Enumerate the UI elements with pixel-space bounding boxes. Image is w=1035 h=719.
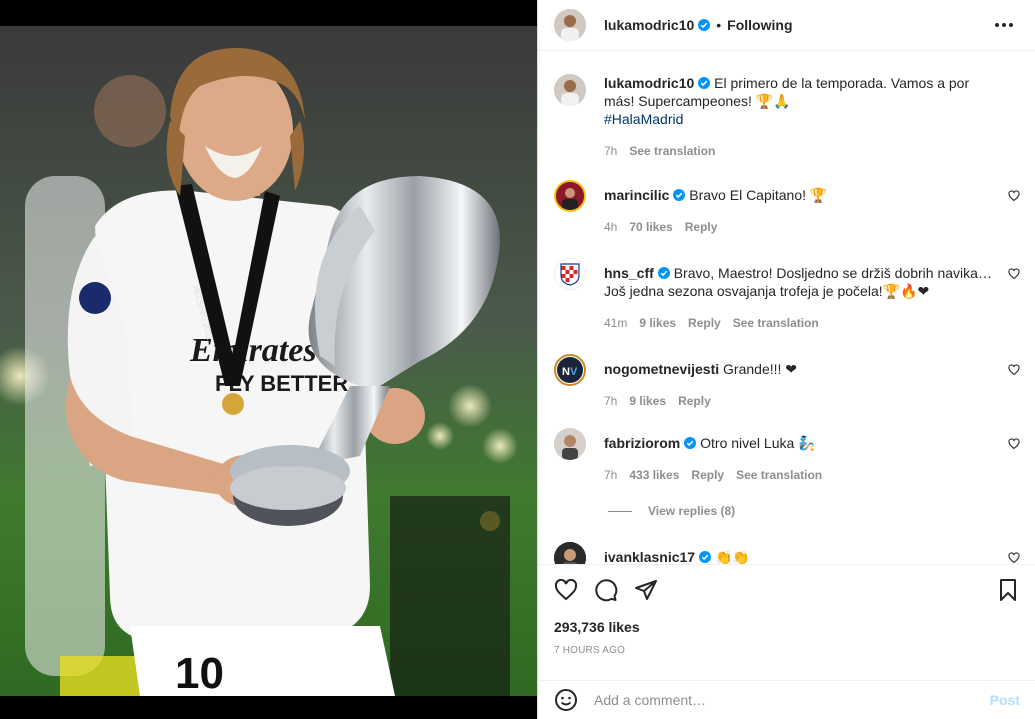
heart-icon[interactable]	[554, 578, 578, 602]
see-translation-button[interactable]: See translation	[629, 142, 715, 160]
post-comment-button[interactable]: Post	[990, 692, 1020, 708]
likes-count[interactable]: 293,736 likes	[554, 619, 1020, 635]
comment-likes[interactable]: 70 likes	[629, 218, 672, 236]
verified-icon	[673, 189, 686, 201]
comments-list[interactable]: lukamodric10 El primero de la temporada.…	[538, 52, 1035, 564]
comment-avatar[interactable]: NV	[554, 354, 586, 386]
comment-username[interactable]: hns_cff	[604, 265, 654, 281]
comment-username[interactable]: fabriziorom	[604, 435, 680, 451]
reply-button[interactable]: Reply	[685, 218, 718, 236]
comment-username[interactable]: ivanklasnic17	[604, 549, 695, 564]
post-detail-panel: lukamodric10 • Following lukamodric10 El…	[537, 0, 1035, 719]
croatia-crest-icon	[560, 263, 580, 286]
avatar-image: NV	[557, 357, 583, 383]
verified-icon	[699, 551, 712, 563]
posted-time[interactable]: 7 HOURS AGO	[554, 645, 1020, 656]
comment-text: Bravo El Capitano! 🏆	[689, 187, 828, 203]
photo-illustration: 10 Emirates FLY BETTER HELSINKI 2022	[0, 26, 537, 696]
comment-text: 👏👏	[714, 549, 750, 564]
comment-item: fabriziorom Otro nivel Luka 🧞 7h 433 lik…	[554, 428, 1020, 484]
avatar-image	[556, 182, 584, 210]
comment-icon[interactable]	[594, 578, 618, 602]
see-translation-button[interactable]: See translation	[733, 314, 819, 332]
avatar-image	[554, 542, 586, 564]
view-replies-row: View replies (8)	[554, 504, 1020, 522]
comment-likes[interactable]: 433 likes	[629, 466, 679, 484]
avatar-image	[554, 428, 586, 460]
comment-meta: 7h 9 likes Reply	[604, 392, 992, 410]
heart-icon[interactable]	[1008, 364, 1020, 376]
heart-icon[interactable]	[1008, 190, 1020, 202]
reply-button[interactable]: Reply	[678, 392, 711, 410]
comment-avatar[interactable]	[554, 180, 586, 212]
comment-time[interactable]: 4h	[604, 218, 617, 236]
heart-icon[interactable]	[1008, 438, 1020, 450]
reply-button[interactable]: Reply	[688, 314, 721, 332]
share-icon[interactable]	[634, 578, 658, 602]
comment-likes[interactable]: 9 likes	[629, 392, 666, 410]
comment-time[interactable]: 41m	[604, 314, 627, 332]
reply-button[interactable]: Reply	[691, 466, 724, 484]
comment-item: marincilic Bravo El Capitano! 🏆 4h 70 li…	[554, 180, 1020, 236]
view-replies-button[interactable]: View replies (8)	[608, 504, 1020, 518]
caption-avatar[interactable]	[554, 74, 586, 106]
comment-avatar[interactable]	[554, 258, 586, 290]
verified-icon	[684, 437, 697, 449]
add-comment-bar: Post	[538, 680, 1035, 719]
verified-icon	[698, 19, 711, 31]
comment-input[interactable]	[594, 692, 990, 708]
comment-time[interactable]: 7h	[604, 466, 617, 484]
comment-avatar[interactable]	[554, 542, 586, 564]
comment-item: NV nogometnevijesti Grande!!! ❤ 7h 9 lik…	[554, 354, 1020, 410]
more-options-button[interactable]	[989, 17, 1019, 33]
instagram-post: 10 Emirates FLY BETTER HELSINKI 2022 luk…	[0, 0, 1035, 719]
caption: lukamodric10 El primero de la temporada.…	[554, 74, 1020, 160]
action-icons	[554, 565, 1020, 615]
more-icon	[995, 23, 999, 27]
verified-icon	[698, 77, 711, 89]
caption-time[interactable]: 7h	[604, 142, 617, 160]
comment-item: ivanklasnic17 👏👏	[554, 542, 1020, 564]
bookmark-icon[interactable]	[996, 578, 1020, 602]
caption-hashtag[interactable]: #HalaMadrid	[604, 111, 683, 127]
header-user: lukamodric10 • Following	[604, 17, 793, 33]
author-username[interactable]: lukamodric10	[604, 17, 694, 33]
comment-avatar[interactable]	[554, 428, 586, 460]
heart-icon[interactable]	[1008, 268, 1020, 280]
see-translation-button[interactable]: See translation	[736, 466, 822, 484]
caption-meta: 7h See translation	[604, 142, 992, 160]
post-actions: 293,736 likes 7 HOURS AGO	[538, 564, 1035, 656]
caption-username[interactable]: lukamodric10	[604, 75, 694, 91]
comment-meta: 7h 433 likes Reply See translation	[604, 466, 992, 484]
comment-text: Otro nivel Luka 🧞	[700, 435, 816, 451]
avatar-image	[554, 9, 586, 41]
comment-likes[interactable]: 9 likes	[639, 314, 676, 332]
comment-text: Grande!!! ❤	[723, 361, 798, 377]
heart-icon[interactable]	[1008, 552, 1020, 564]
post-photo[interactable]: 10 Emirates FLY BETTER HELSINKI 2022	[0, 26, 537, 696]
separator-dot: •	[716, 17, 722, 33]
comment-meta: 41m 9 likes Reply See translation	[604, 314, 992, 332]
author-avatar[interactable]	[554, 9, 586, 41]
svg-text:N: N	[562, 366, 570, 378]
following-button[interactable]: Following	[727, 17, 792, 33]
emoji-icon[interactable]	[554, 688, 578, 712]
comment-item: hns_cff Bravo, Maestro! Dosljedno se drž…	[554, 258, 1020, 332]
post-header: lukamodric10 • Following	[538, 0, 1035, 51]
comment-username[interactable]: nogometnevijesti	[604, 361, 719, 377]
comment-meta: 4h 70 likes Reply	[604, 218, 992, 236]
verified-icon	[657, 267, 670, 279]
svg-text:V: V	[570, 366, 578, 378]
comment-time[interactable]: 7h	[604, 392, 617, 410]
shorts-number: 10	[175, 649, 224, 696]
post-media[interactable]: 10 Emirates FLY BETTER HELSINKI 2022	[0, 0, 537, 719]
avatar-image	[554, 74, 586, 106]
comment-username[interactable]: marincilic	[604, 187, 669, 203]
